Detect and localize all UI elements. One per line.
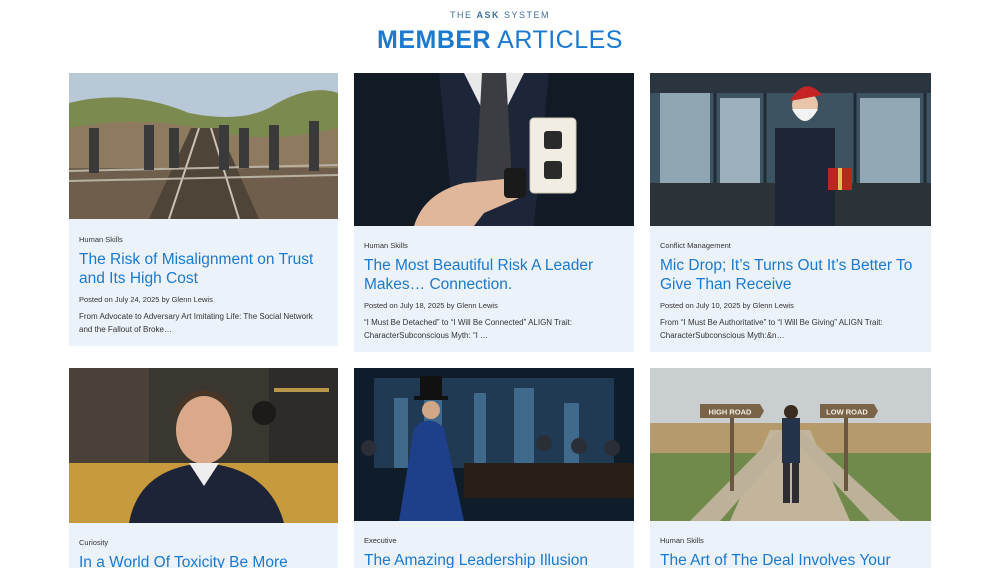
article-category[interactable]: Human Skills bbox=[660, 536, 921, 545]
article-card[interactable]: Conflict Management Mic Drop; It’s Turns… bbox=[650, 73, 931, 352]
crossroads-image[interactable]: HIGH ROAD LOW ROAD bbox=[650, 368, 931, 521]
low-road-sign: LOW ROAD bbox=[826, 408, 868, 417]
page-title: MEMBER ARTICLES bbox=[377, 26, 623, 54]
article-meta: Posted on July 24, 2025 by Glenn Lewis bbox=[79, 295, 213, 304]
santa-gift-image[interactable] bbox=[650, 73, 931, 226]
article-card[interactable]: HIGH ROAD LOW ROAD Human Skills The Art … bbox=[650, 368, 931, 568]
article-excerpt: “I Must Be Detached” to “I Will Be Conne… bbox=[364, 318, 573, 340]
site-eyebrow: THE ASK SYSTEM bbox=[449, 10, 551, 20]
article-title-link[interactable]: Mic Drop; It’s Turns Out It’s Better To … bbox=[660, 256, 921, 294]
smiling-man-image[interactable] bbox=[69, 368, 338, 523]
article-category[interactable]: Curiosity bbox=[79, 538, 328, 547]
high-road-sign: HIGH ROAD bbox=[709, 408, 753, 417]
article-category[interactable]: Human Skills bbox=[364, 241, 624, 250]
article-card[interactable]: Curiosity In a World Of Toxicity Be More bbox=[69, 368, 338, 568]
article-meta: Posted on July 18, 2025 by Glenn Lewis bbox=[364, 301, 498, 310]
power-plug-image[interactable] bbox=[354, 73, 634, 226]
article-excerpt: From “I Must Be Authoritative” to “I Wil… bbox=[660, 318, 883, 340]
article-card[interactable]: Human Skills The Most Beautiful Risk A L… bbox=[354, 73, 634, 352]
article-title-link[interactable]: The Amazing Leadership Illusion bbox=[364, 551, 624, 568]
article-category[interactable]: Human Skills bbox=[79, 235, 328, 244]
article-card[interactable]: Executive The Amazing Leadership Illusio… bbox=[354, 368, 634, 568]
article-card[interactable]: Human Skills The Risk of Misalignment on… bbox=[69, 73, 338, 346]
article-category[interactable]: Conflict Management bbox=[660, 241, 921, 250]
article-title-link[interactable]: The Art of The Deal Involves Your bbox=[660, 551, 921, 568]
article-title-link[interactable]: The Most Beautiful Risk A Leader Makes… … bbox=[364, 256, 624, 294]
magician-boardroom-image[interactable] bbox=[354, 368, 634, 521]
article-title-link[interactable]: The Risk of Misalignment on Trust and It… bbox=[79, 250, 328, 288]
railroad-tracks-image[interactable] bbox=[69, 73, 338, 219]
article-category[interactable]: Executive bbox=[364, 536, 624, 545]
article-meta: Posted on July 10, 2025 by Glenn Lewis bbox=[660, 301, 794, 310]
article-excerpt: From Advocate to Adversary Art Imitating… bbox=[79, 312, 313, 334]
